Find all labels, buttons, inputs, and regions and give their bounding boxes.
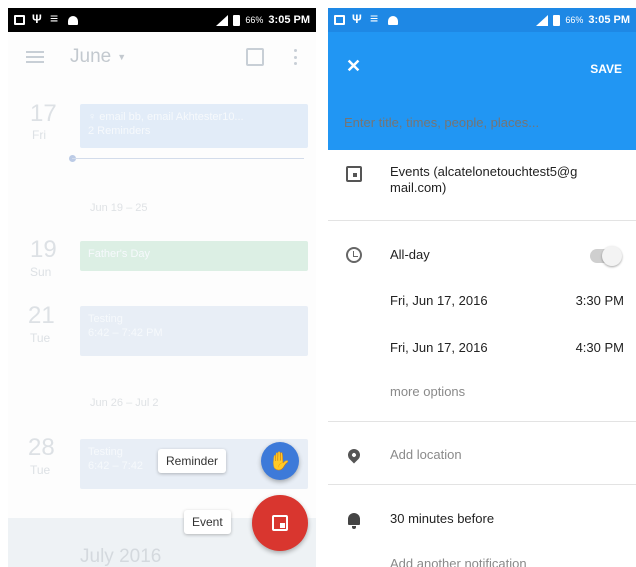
android-icon bbox=[388, 15, 398, 25]
end-time[interactable]: 4:30 PM bbox=[576, 340, 624, 355]
battery-percent: 66% bbox=[565, 15, 584, 25]
battery-icon bbox=[553, 14, 561, 26]
start-time[interactable]: 3:30 PM bbox=[576, 293, 624, 308]
signal-icon bbox=[216, 14, 229, 26]
event-card[interactable]: Father's Day bbox=[80, 241, 308, 271]
chevron-down-icon[interactable]: ▼ bbox=[117, 52, 126, 62]
divider bbox=[328, 421, 636, 422]
event-title: Testing bbox=[88, 313, 123, 325]
battery-percent: 66% bbox=[245, 15, 264, 25]
calendar-header: June ▼ bbox=[8, 32, 316, 82]
more-vert-icon[interactable] bbox=[294, 49, 298, 65]
status-time: 3:05 PM bbox=[588, 14, 630, 26]
new-event-fab[interactable] bbox=[252, 495, 308, 551]
day-name: Fri bbox=[32, 128, 46, 142]
day-name: Sun bbox=[30, 265, 52, 279]
status-bar: 66% 3:05 PM bbox=[8, 8, 316, 32]
event-app-bar: ✕ SAVE bbox=[328, 32, 636, 150]
usb-icon bbox=[32, 12, 43, 26]
toggle-knob bbox=[602, 246, 622, 266]
event-subtitle: 2 Reminders bbox=[88, 125, 151, 137]
week-label: Jun 19 – 25 bbox=[90, 202, 148, 214]
calendar-account[interactable]: Events (alcatelonetouchtest5@g mail.com) bbox=[390, 164, 577, 196]
week-label: Jun 26 – Jul 2 bbox=[90, 397, 159, 409]
mail-icon bbox=[334, 15, 345, 25]
hand-icon: ✋ bbox=[268, 451, 292, 471]
month-selector[interactable]: June bbox=[70, 46, 111, 68]
reminder-label[interactable]: Reminder bbox=[158, 449, 227, 473]
event-label[interactable]: Event bbox=[184, 510, 231, 534]
add-notification-link[interactable]: Add another notification bbox=[390, 556, 527, 567]
day-number: 17 bbox=[30, 100, 57, 127]
current-time-line bbox=[72, 158, 304, 159]
day-name: Tue bbox=[30, 331, 51, 345]
more-options-link[interactable]: more options bbox=[390, 384, 465, 400]
android-icon bbox=[68, 15, 78, 25]
status-time: 3:05 PM bbox=[268, 14, 310, 26]
location-pin-icon bbox=[345, 446, 363, 464]
all-day-label: All-day bbox=[390, 247, 430, 262]
calendar-account-line2: mail.com) bbox=[390, 180, 447, 195]
close-icon[interactable]: ✕ bbox=[346, 56, 361, 77]
event-icon bbox=[272, 515, 288, 531]
day-number: 19 bbox=[30, 236, 57, 263]
event-card[interactable]: ♀ email bb, email Akhtester10... 2 Remin… bbox=[80, 104, 308, 148]
wifi-icon bbox=[370, 10, 381, 26]
reminder-fab[interactable]: ✋ bbox=[261, 442, 299, 480]
screenshot-frame: 66% 3:05 PM June ▼ 17 Fri ♀ email bb, em… bbox=[0, 0, 636, 567]
battery-icon bbox=[233, 14, 241, 26]
calendar-screen: 66% 3:05 PM June ▼ 17 Fri ♀ email bb, em… bbox=[8, 8, 316, 567]
all-day-toggle[interactable] bbox=[590, 246, 622, 266]
calendar-icon[interactable] bbox=[246, 48, 264, 66]
end-date[interactable]: Fri, Jun 17, 2016 bbox=[390, 340, 488, 356]
clock-icon bbox=[346, 247, 362, 263]
location-input[interactable]: Add location bbox=[390, 447, 462, 463]
new-event-screen: 66% 3:05 PM ✕ SAVE Events (alcatelonetou… bbox=[328, 8, 636, 567]
status-bar: 66% 3:05 PM bbox=[328, 8, 636, 32]
usb-icon bbox=[352, 12, 363, 26]
divider bbox=[328, 220, 636, 221]
notification-setting[interactable]: 30 minutes before bbox=[390, 511, 494, 527]
bell-icon bbox=[348, 513, 360, 529]
save-button[interactable]: SAVE bbox=[590, 62, 622, 76]
divider bbox=[328, 484, 636, 485]
mail-icon bbox=[14, 15, 25, 25]
event-title-input[interactable] bbox=[344, 115, 624, 130]
day-name: Tue bbox=[30, 463, 51, 477]
signal-icon bbox=[536, 14, 549, 26]
wifi-icon bbox=[50, 10, 61, 26]
start-date[interactable]: Fri, Jun 17, 2016 bbox=[390, 293, 488, 309]
calendar-icon bbox=[346, 166, 362, 182]
event-title: ♀ email bb, email Akhtester10... bbox=[88, 111, 244, 123]
event-subtitle: 6:42 – 7:42 PM bbox=[88, 327, 163, 339]
calendar-account-line1: Events (alcatelonetouchtest5@g bbox=[390, 164, 578, 179]
day-number: 28 bbox=[28, 434, 55, 461]
next-month-label: July 2016 bbox=[80, 546, 162, 567]
day-number: 21 bbox=[28, 302, 55, 329]
event-card[interactable]: Testing 6:42 – 7:42 PM bbox=[80, 306, 308, 356]
menu-icon[interactable] bbox=[26, 51, 44, 63]
event-title: Father's Day bbox=[88, 248, 151, 260]
